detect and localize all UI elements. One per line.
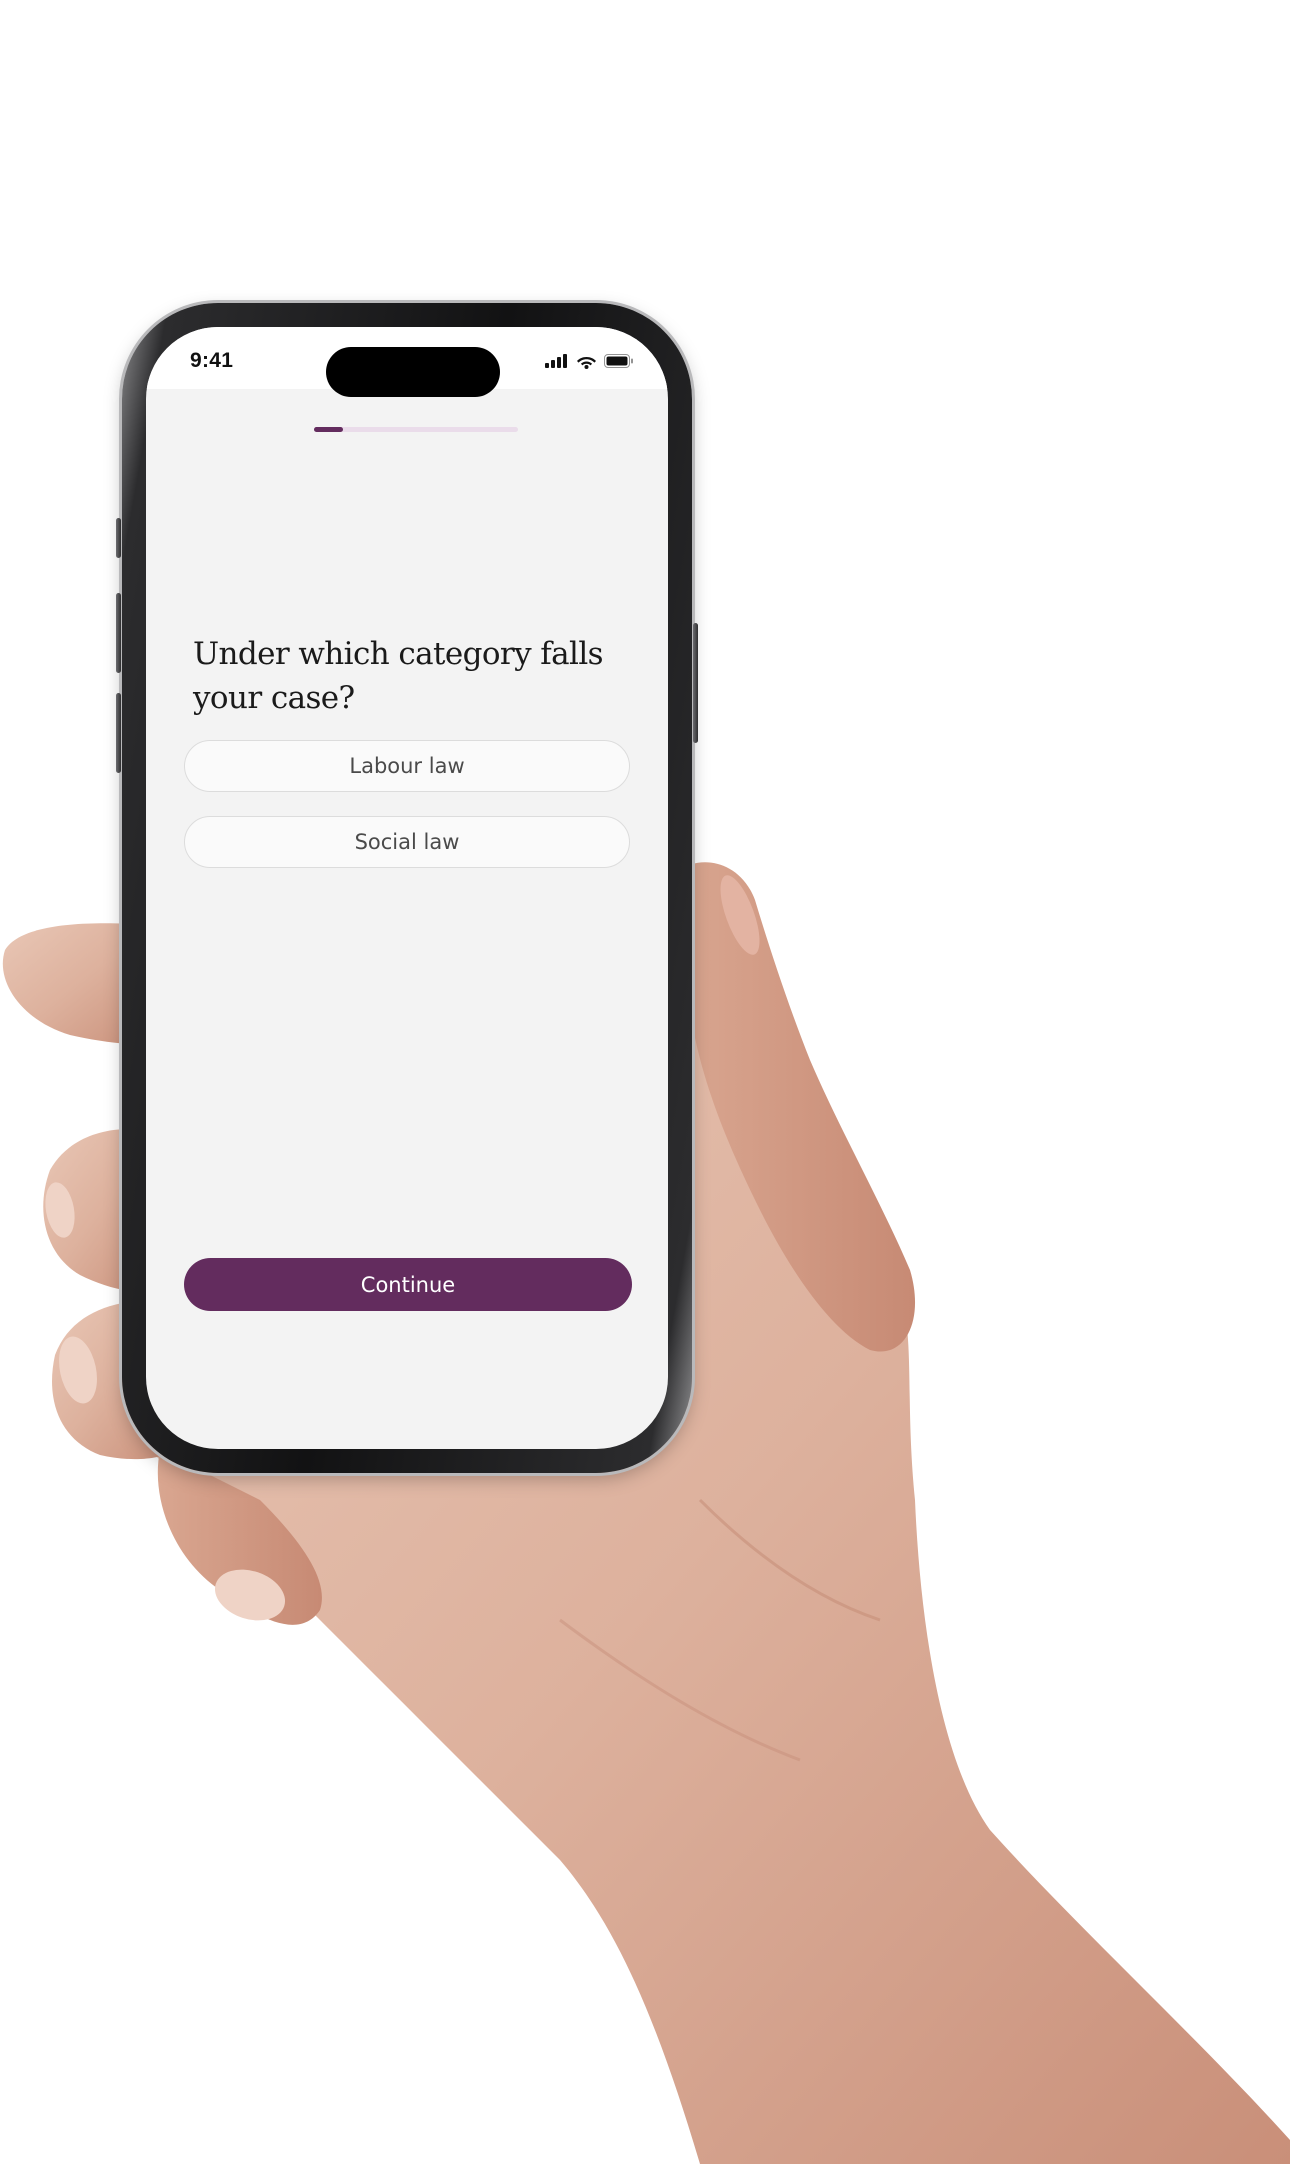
status-icons	[545, 352, 634, 370]
volume-up-button	[116, 593, 121, 673]
option-label: Labour law	[349, 754, 465, 778]
option-labour-law[interactable]: Labour law	[184, 740, 630, 792]
dynamic-island	[326, 347, 500, 397]
status-time: 9:41	[190, 349, 234, 372]
option-social-law[interactable]: Social law	[184, 816, 630, 868]
progress-bar	[314, 427, 518, 432]
power-button	[693, 623, 698, 743]
continue-button-label: Continue	[360, 1272, 456, 1297]
progress-bar-fill	[314, 427, 343, 432]
cellular-signal-icon	[545, 354, 567, 368]
mockup-stage: 9:41 Under which category falls your cas…	[0, 0, 1290, 2164]
battery-icon	[604, 354, 633, 368]
status-bar: 9:41	[146, 327, 668, 397]
question-title: Under which category falls your case?	[193, 636, 604, 716]
volume-down-button	[116, 693, 121, 773]
wifi-icon	[577, 356, 596, 369]
phone-frame: 9:41 Under which category falls your cas…	[116, 303, 698, 1473]
phone-screen: 9:41 Under which category falls your cas…	[146, 327, 668, 1449]
action-button	[116, 518, 121, 558]
continue-button[interactable]: Continue	[184, 1258, 632, 1311]
option-label: Social law	[354, 830, 460, 854]
